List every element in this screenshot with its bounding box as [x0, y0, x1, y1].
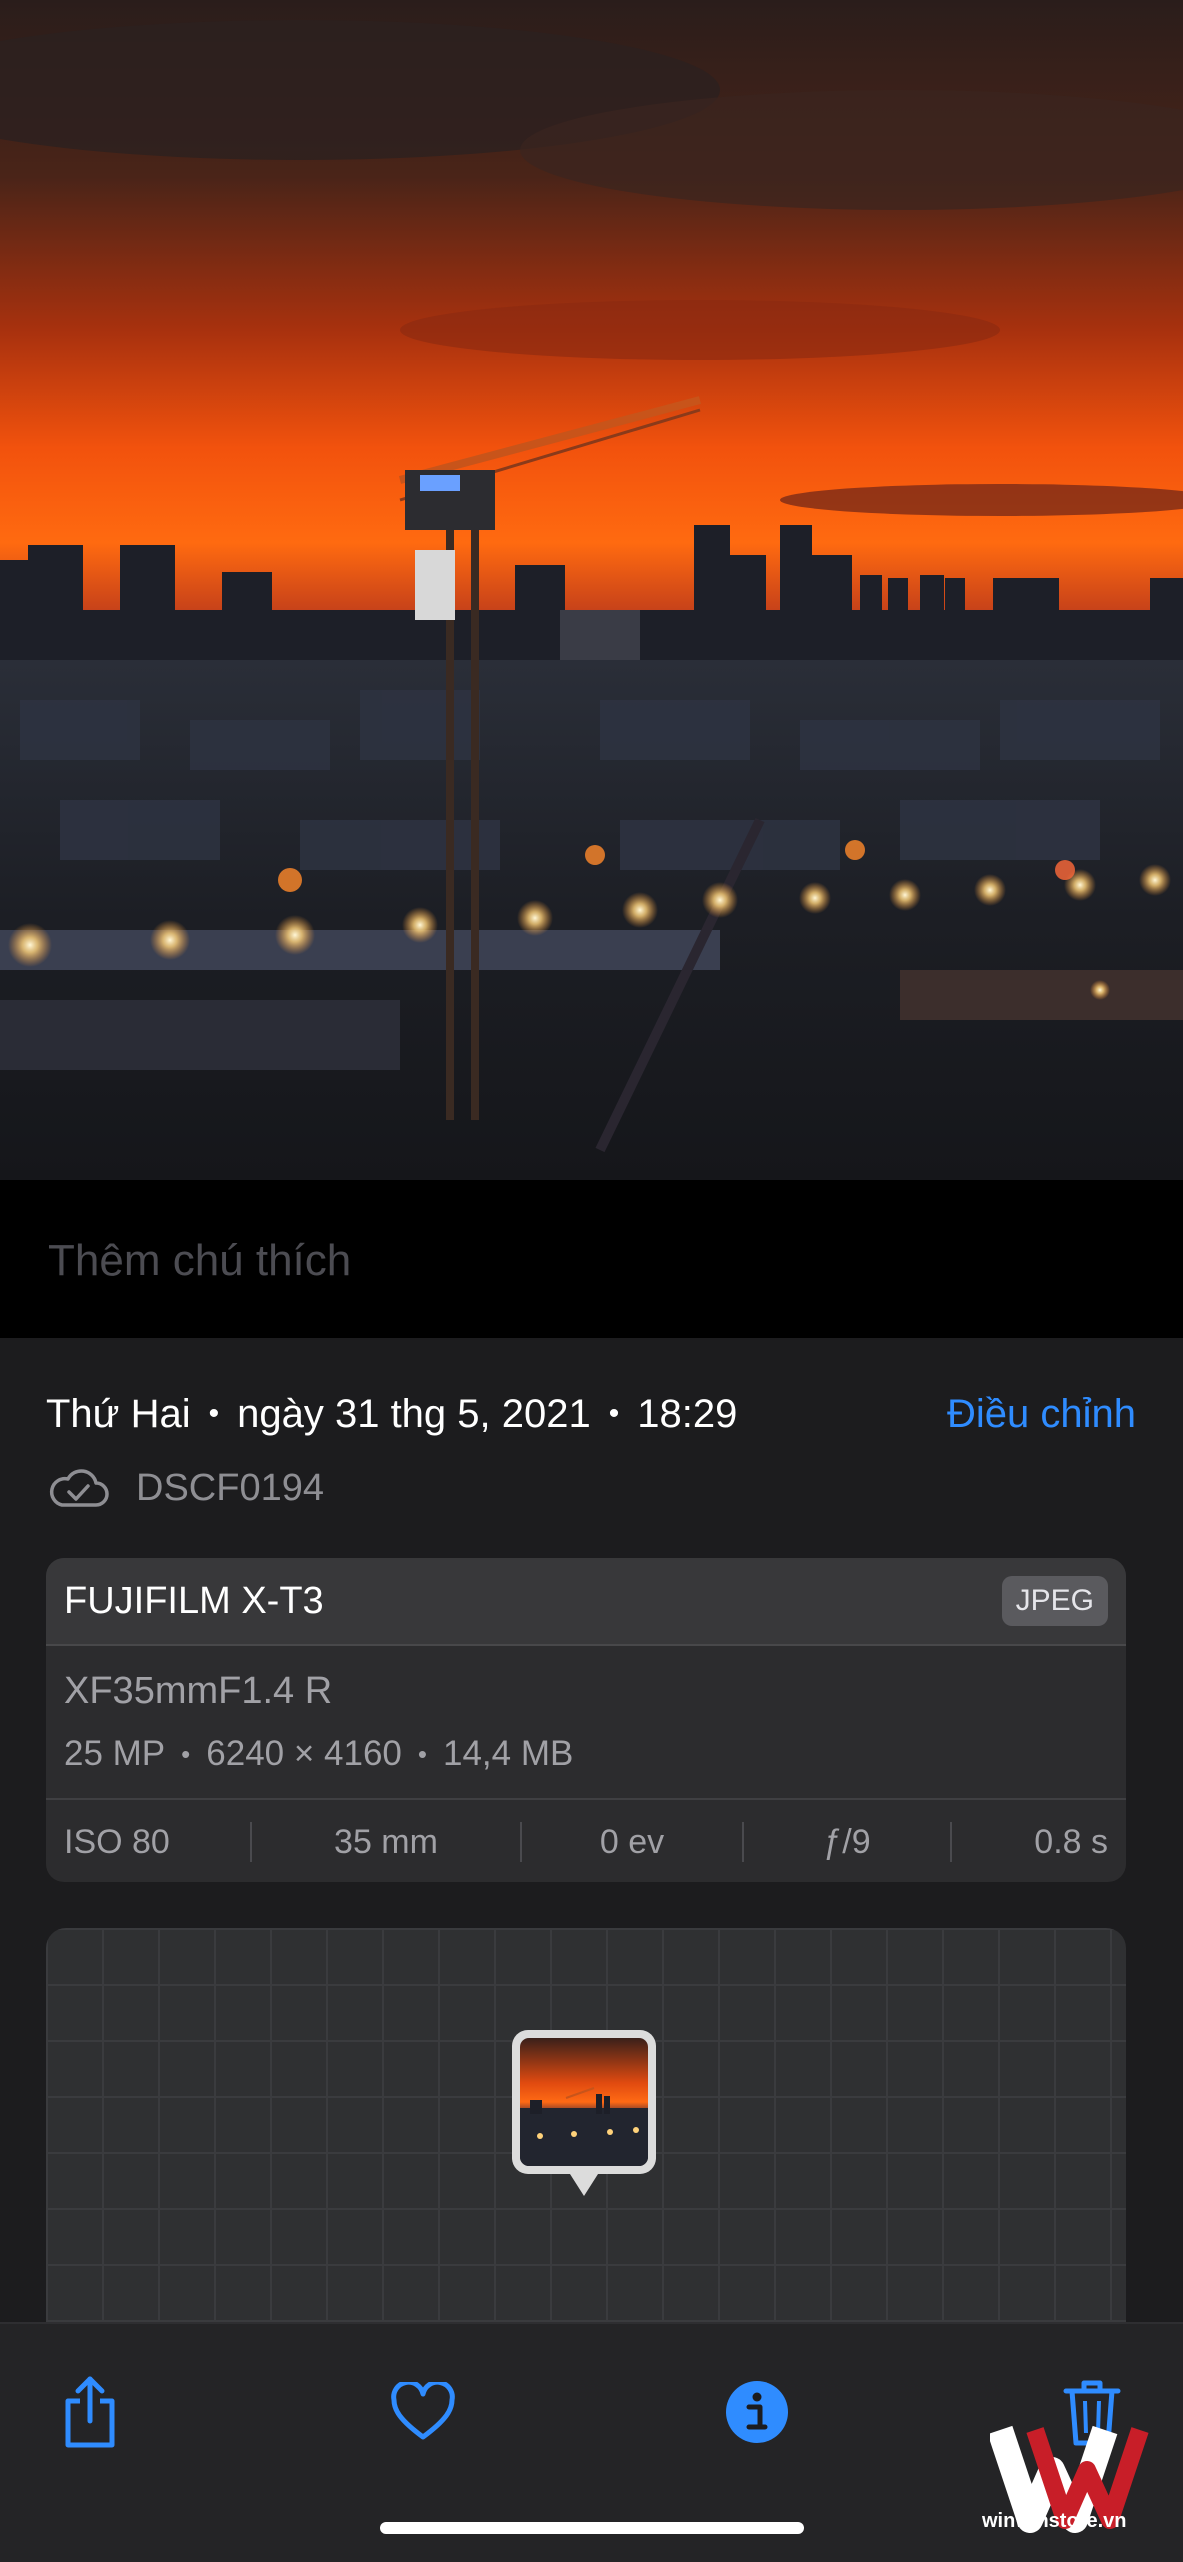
- separator: •: [608, 1397, 620, 1430]
- date-row: Thứ Hai • ngày 31 thg 5, 2021 • 18:29 Đi…: [46, 1384, 1136, 1444]
- resolution: 6240 × 4160: [206, 1734, 402, 1773]
- map-pin-thumbnail: [520, 2038, 648, 2166]
- caption-area: [0, 1180, 1183, 1338]
- photo-image: [0, 0, 1183, 1180]
- favorite-button[interactable]: [383, 2372, 463, 2452]
- home-indicator[interactable]: [380, 2522, 804, 2534]
- day-label: Thứ Hai: [46, 1391, 191, 1436]
- exif-exposure-bias: 0 ev: [599, 1822, 665, 1861]
- format-badge: JPEG: [1001, 1576, 1108, 1626]
- map-photo-pin[interactable]: [512, 2030, 656, 2196]
- megapixels: 25 MP: [64, 1734, 166, 1773]
- separator: •: [181, 1738, 191, 1769]
- heart-icon: [391, 2382, 455, 2440]
- file-name: DSCF0194: [136, 1466, 324, 1509]
- icloud-synced-icon: [49, 1469, 109, 1507]
- camera-header: FUJIFILM X-T3 JPEG: [46, 1558, 1126, 1646]
- file-size: 14,4 MB: [443, 1734, 574, 1773]
- info-button[interactable]: [717, 2372, 797, 2452]
- watermark-text: winwinstore.vn: [982, 2510, 1127, 2532]
- date-time: Thứ Hai • ngày 31 thg 5, 2021 • 18:29: [46, 1392, 737, 1437]
- lens-name: XF35mmF1.4 R: [64, 1670, 333, 1712]
- exif-row: ISO 80 35 mm 0 ev ƒ/9 0.8 s: [46, 1798, 1126, 1882]
- caption-input[interactable]: [46, 1230, 1140, 1292]
- date-label: ngày 31 thg 5, 2021: [237, 1391, 591, 1436]
- share-icon: [65, 2376, 115, 2448]
- separator: •: [417, 1738, 427, 1769]
- time-label: 18:29: [637, 1391, 738, 1436]
- exif-shutter-speed: 0.8 s: [1034, 1822, 1108, 1861]
- file-row: DSCF0194: [46, 1460, 324, 1516]
- photo-viewer[interactable]: [0, 0, 1183, 1180]
- separator: •: [208, 1397, 220, 1430]
- share-button[interactable]: [50, 2372, 130, 2452]
- image-specs: 25 MP • 6240 × 4160 • 14,4 MB: [64, 1734, 573, 1774]
- camera-model: FUJIFILM X-T3: [64, 1579, 324, 1622]
- exif-aperture: ƒ/9: [823, 1822, 871, 1861]
- exif-iso: ISO 80: [64, 1822, 170, 1861]
- camera-info-card: FUJIFILM X-T3 JPEG XF35mmF1.4 R 25 MP • …: [46, 1558, 1126, 1882]
- adjust-button[interactable]: Điều chỉnh: [947, 1392, 1136, 1437]
- exif-focal-length: 35 mm: [334, 1822, 438, 1861]
- info-icon: [726, 2381, 788, 2443]
